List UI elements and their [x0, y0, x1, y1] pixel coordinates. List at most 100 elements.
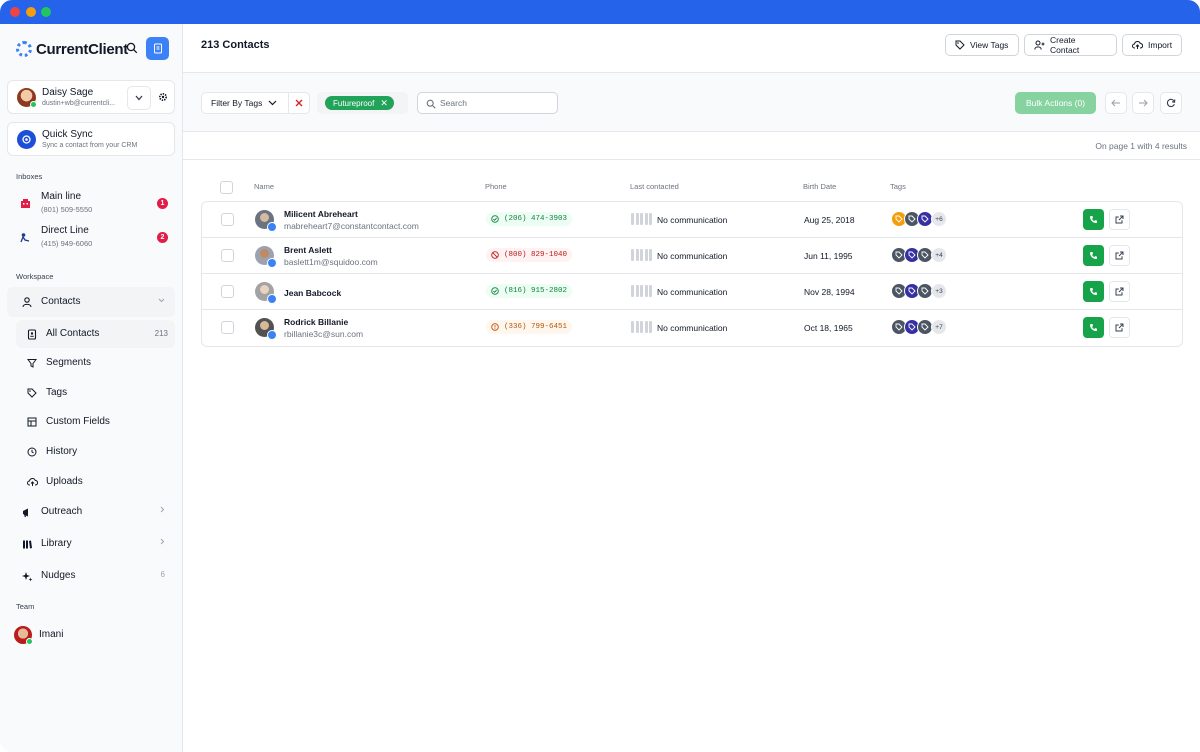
table-row[interactable]: Rodrick Billanie rbillanie3c@sun.com (33… [202, 310, 1182, 346]
person-icon [20, 295, 34, 309]
nav-item-outreach[interactable]: Outreach [7, 497, 175, 527]
nav-item-history[interactable]: History [16, 438, 175, 466]
search-icon[interactable] [122, 38, 142, 58]
user-menu-chevron-button[interactable] [127, 86, 151, 110]
clear-filter-button[interactable] [289, 92, 310, 114]
contact-name[interactable]: Milicent Abreheart [284, 209, 358, 219]
check-circle-icon [491, 215, 499, 223]
quick-sync-card[interactable]: Quick Sync Sync a contact from your CRM [7, 122, 175, 156]
minimize-window-button[interactable] [26, 7, 36, 17]
chevron-right-icon [160, 538, 165, 547]
column-header-last-contacted[interactable]: Last contacted [630, 182, 679, 191]
main-content: 213 Contacts View Tags Create Contact Im… [183, 24, 1200, 752]
sync-icon [17, 130, 36, 149]
filter-icon [25, 356, 39, 370]
compose-icon [153, 43, 162, 54]
inbox-phone: (415) 949-6060 [41, 239, 93, 248]
quick-sync-subtitle: Sync a contact from your CRM [42, 142, 138, 149]
nav-item-nudges[interactable]: Nudges 6 [7, 561, 175, 591]
more-tags-count[interactable]: +7 [931, 319, 947, 335]
chevron-down-icon [135, 95, 143, 101]
contact-avatar [255, 318, 277, 340]
nav-label: Library [41, 538, 72, 549]
previous-page-button[interactable] [1105, 92, 1127, 114]
refresh-icon [1166, 98, 1176, 108]
unread-badge: 1 [157, 198, 168, 209]
call-button[interactable] [1083, 245, 1104, 266]
nav-item-library[interactable]: Library [7, 529, 175, 559]
workspace-section-label: Workspace [16, 272, 54, 281]
filter-by-tags-dropdown[interactable]: Filter By Tags [201, 92, 289, 114]
last-contacted: No communication [657, 287, 728, 297]
table-row[interactable]: Milicent Abreheart mabreheart7@constantc… [202, 202, 1182, 238]
nav-label: All Contacts [46, 328, 100, 339]
refresh-button[interactable] [1160, 92, 1182, 114]
bulk-actions-button[interactable]: Bulk Actions (0) [1015, 92, 1096, 114]
open-contact-button[interactable] [1109, 245, 1130, 266]
call-button[interactable] [1083, 281, 1104, 302]
compose-button[interactable] [146, 37, 169, 60]
row-checkbox[interactable] [221, 285, 234, 298]
cloud-upload-icon [25, 475, 39, 489]
column-header-tags[interactable]: Tags [890, 182, 906, 191]
signal-bars-icon [631, 249, 654, 261]
import-button[interactable]: Import [1122, 34, 1182, 56]
inbox-main-line[interactable]: Main line (801) 509-5550 1 [16, 190, 172, 218]
library-icon [20, 537, 34, 551]
open-contact-button[interactable] [1109, 209, 1130, 230]
nav-item-segments[interactable]: Segments [16, 349, 175, 377]
contact-avatar [255, 282, 277, 304]
create-contact-label: Create Contact [1050, 35, 1080, 55]
column-header-birth-date[interactable]: Birth Date [803, 182, 836, 191]
chevron-down-icon [158, 296, 165, 305]
contacts-count: 213 [154, 329, 168, 338]
nav-item-custom-fields[interactable]: Custom Fields [16, 408, 175, 436]
phone-pill[interactable]: (800) 829-1040 [486, 248, 573, 262]
search-box[interactable] [417, 92, 558, 114]
row-checkbox[interactable] [221, 249, 234, 262]
remove-tag-icon[interactable]: ✕ [380, 98, 388, 109]
external-link-icon [1115, 323, 1124, 332]
blocked-icon [491, 251, 499, 259]
maximize-window-button[interactable] [41, 7, 51, 17]
row-checkbox[interactable] [221, 321, 234, 334]
contact-name[interactable]: Jean Babcock [284, 288, 341, 298]
view-tags-button[interactable]: View Tags [945, 34, 1019, 56]
contact-name[interactable]: Brent Aslett [284, 245, 332, 255]
more-tags-count[interactable]: +3 [931, 283, 947, 299]
gear-icon[interactable] [156, 90, 170, 104]
phone-pill[interactable]: (816) 915-2802 [486, 284, 573, 298]
more-tags-count[interactable]: +4 [931, 247, 947, 263]
open-contact-button[interactable] [1109, 281, 1130, 302]
search-input[interactable] [440, 96, 550, 110]
filter-by-tags-label: Filter By Tags [211, 98, 263, 108]
call-button[interactable] [1083, 317, 1104, 338]
nav-item-uploads[interactable]: Uploads [16, 468, 175, 496]
nav-item-tags[interactable]: Tags [16, 379, 175, 407]
phone-pill[interactable]: (336) 799-6451 [486, 320, 573, 334]
select-all-checkbox[interactable] [220, 181, 233, 194]
inbox-direct-line[interactable]: Direct Line (415) 949-6060 2 [16, 224, 172, 252]
table-row[interactable]: Brent Aslett baslett1m@squidoo.com (800)… [202, 238, 1182, 274]
next-page-button[interactable] [1132, 92, 1154, 114]
building-icon [18, 196, 32, 210]
row-checkbox[interactable] [221, 213, 234, 226]
more-tags-count[interactable]: +6 [931, 211, 947, 227]
team-member-name[interactable]: Imani [39, 629, 63, 640]
close-window-button[interactable] [10, 7, 20, 17]
active-tag-chip[interactable]: Futureproof ✕ [325, 96, 394, 110]
create-contact-button[interactable]: Create Contact [1024, 34, 1117, 56]
column-header-phone[interactable]: Phone [485, 182, 507, 191]
column-header-name[interactable]: Name [254, 182, 274, 191]
user-name: Daisy Sage [42, 87, 94, 98]
table-row[interactable]: Jean Babcock (816) 915-2802 No communica… [202, 274, 1182, 310]
call-button[interactable] [1083, 209, 1104, 230]
divider [183, 159, 1200, 160]
user-card[interactable]: Daisy Sage dustin+wb@currentcli... [7, 80, 175, 114]
nav-item-all-contacts[interactable]: All Contacts 213 [16, 320, 175, 348]
nav-item-contacts[interactable]: Contacts [7, 287, 175, 317]
contact-name[interactable]: Rodrick Billanie [284, 317, 348, 327]
contacts-table: Milicent Abreheart mabreheart7@constantc… [201, 201, 1183, 347]
phone-pill[interactable]: (206) 474-3903 [486, 212, 573, 226]
open-contact-button[interactable] [1109, 317, 1130, 338]
